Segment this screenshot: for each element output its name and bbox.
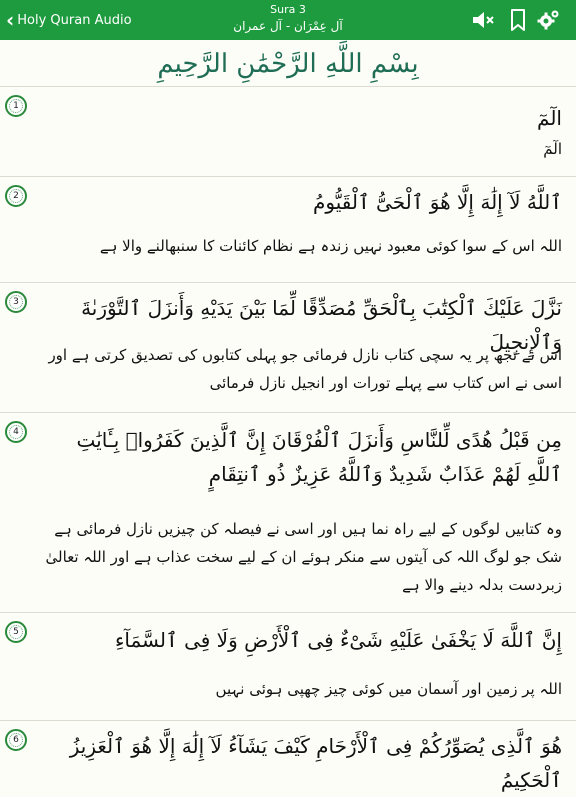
- settings-button[interactable]: [536, 7, 562, 33]
- verse-row[interactable]: 2 ٱللَّهُ لَآ إِلَٰهَ إِلَّا هُوَ ٱلْحَى…: [0, 176, 576, 283]
- verse-translation-text: اللہ پر زمین اور آسمان میں کوئی چیز چھپی…: [215, 680, 562, 698]
- verse-translation-text: الٓمٓ: [543, 140, 562, 158]
- verse-number-badge: 1: [5, 95, 27, 117]
- verse-arabic-text: إِنَّ ٱللَّهَ لَا يَخْفَىٰ عَلَيْهِ شَىْ…: [115, 628, 562, 652]
- verse-arabic-text: هُوَ ٱلَّذِى يُصَوِّرُكُمْ فِى ٱلْأَرْحَ…: [69, 734, 562, 792]
- bookmark-button[interactable]: [505, 7, 531, 33]
- verse-number-badge: 4: [5, 421, 27, 443]
- chevron-left-icon: ‹: [6, 8, 15, 32]
- verse-arabic-text: مِن قَبْلُ هُدًى لِّلنَّاسِ وَأَنزَلَ ٱل…: [76, 428, 562, 486]
- page-title: Sura 3 آل عِمْرَان - آل عمران: [188, 3, 388, 35]
- verse-number-badge: 2: [5, 185, 27, 207]
- verse-number-badge: 6: [5, 729, 27, 751]
- top-navigation-bar: ‹ Holy Quran Audio Sura 3 آل عِمْرَان - …: [0, 0, 576, 40]
- settings-gear-icon: [537, 10, 559, 30]
- verse-row[interactable]: 4 مِن قَبْلُ هُدًى لِّلنَّاسِ وَأَنزَلَ …: [0, 412, 576, 613]
- sura-number: Sura 3: [270, 3, 306, 16]
- back-button-label: Holy Quran Audio: [17, 12, 132, 28]
- verse-row[interactable]: 1 الٓمٓ الٓمٓ: [0, 86, 576, 177]
- mute-speaker-icon: [473, 12, 494, 28]
- verse-number-badge: 5: [5, 621, 27, 643]
- verse-row[interactable]: 3 نَزَّلَ عَلَيْكَ ٱلْكِتَٰبَ بِٱلْحَقِّ…: [0, 282, 576, 413]
- verse-translation-text: وہ کتابیں لوگوں کے لیے راہ نما ہیں اور ا…: [45, 520, 562, 594]
- verse-row[interactable]: 6 هُوَ ٱلَّذِى يُصَوِّرُكُمْ فِى ٱلْأَرْ…: [0, 720, 576, 792]
- bookmark-icon: [511, 9, 525, 31]
- back-button[interactable]: ‹ Holy Quran Audio: [6, 9, 132, 31]
- verse-translation-text: اللہ اس کے سوا کوئی معبود نہیں زندہ ہے ن…: [99, 237, 562, 255]
- verse-arabic-text: ٱللَّهُ لَآ إِلَٰهَ إِلَّا هُوَ ٱلْحَىُّ…: [313, 190, 562, 214]
- verse-arabic-text: الٓمٓ: [537, 106, 562, 130]
- basmala-header: بِسْمِ اللَّهِ الرَّحْمَٰنِ الرَّحِيمِ: [0, 40, 576, 88]
- verse-translation-text: اس نے تجھ پر یہ سچی کتاب نازل فرمائی جو …: [48, 346, 562, 392]
- verse-row[interactable]: 5 إِنَّ ٱللَّهَ لَا يَخْفَىٰ عَلَيْهِ شَ…: [0, 612, 576, 721]
- basmala-calligraphy: بِسْمِ اللَّهِ الرَّحْمَٰنِ الرَّحِيمِ: [157, 49, 419, 79]
- sura-name: آل عِمْرَان - آل عمران: [233, 19, 343, 33]
- verse-number-badge: 3: [5, 291, 27, 313]
- mute-button[interactable]: [470, 7, 496, 33]
